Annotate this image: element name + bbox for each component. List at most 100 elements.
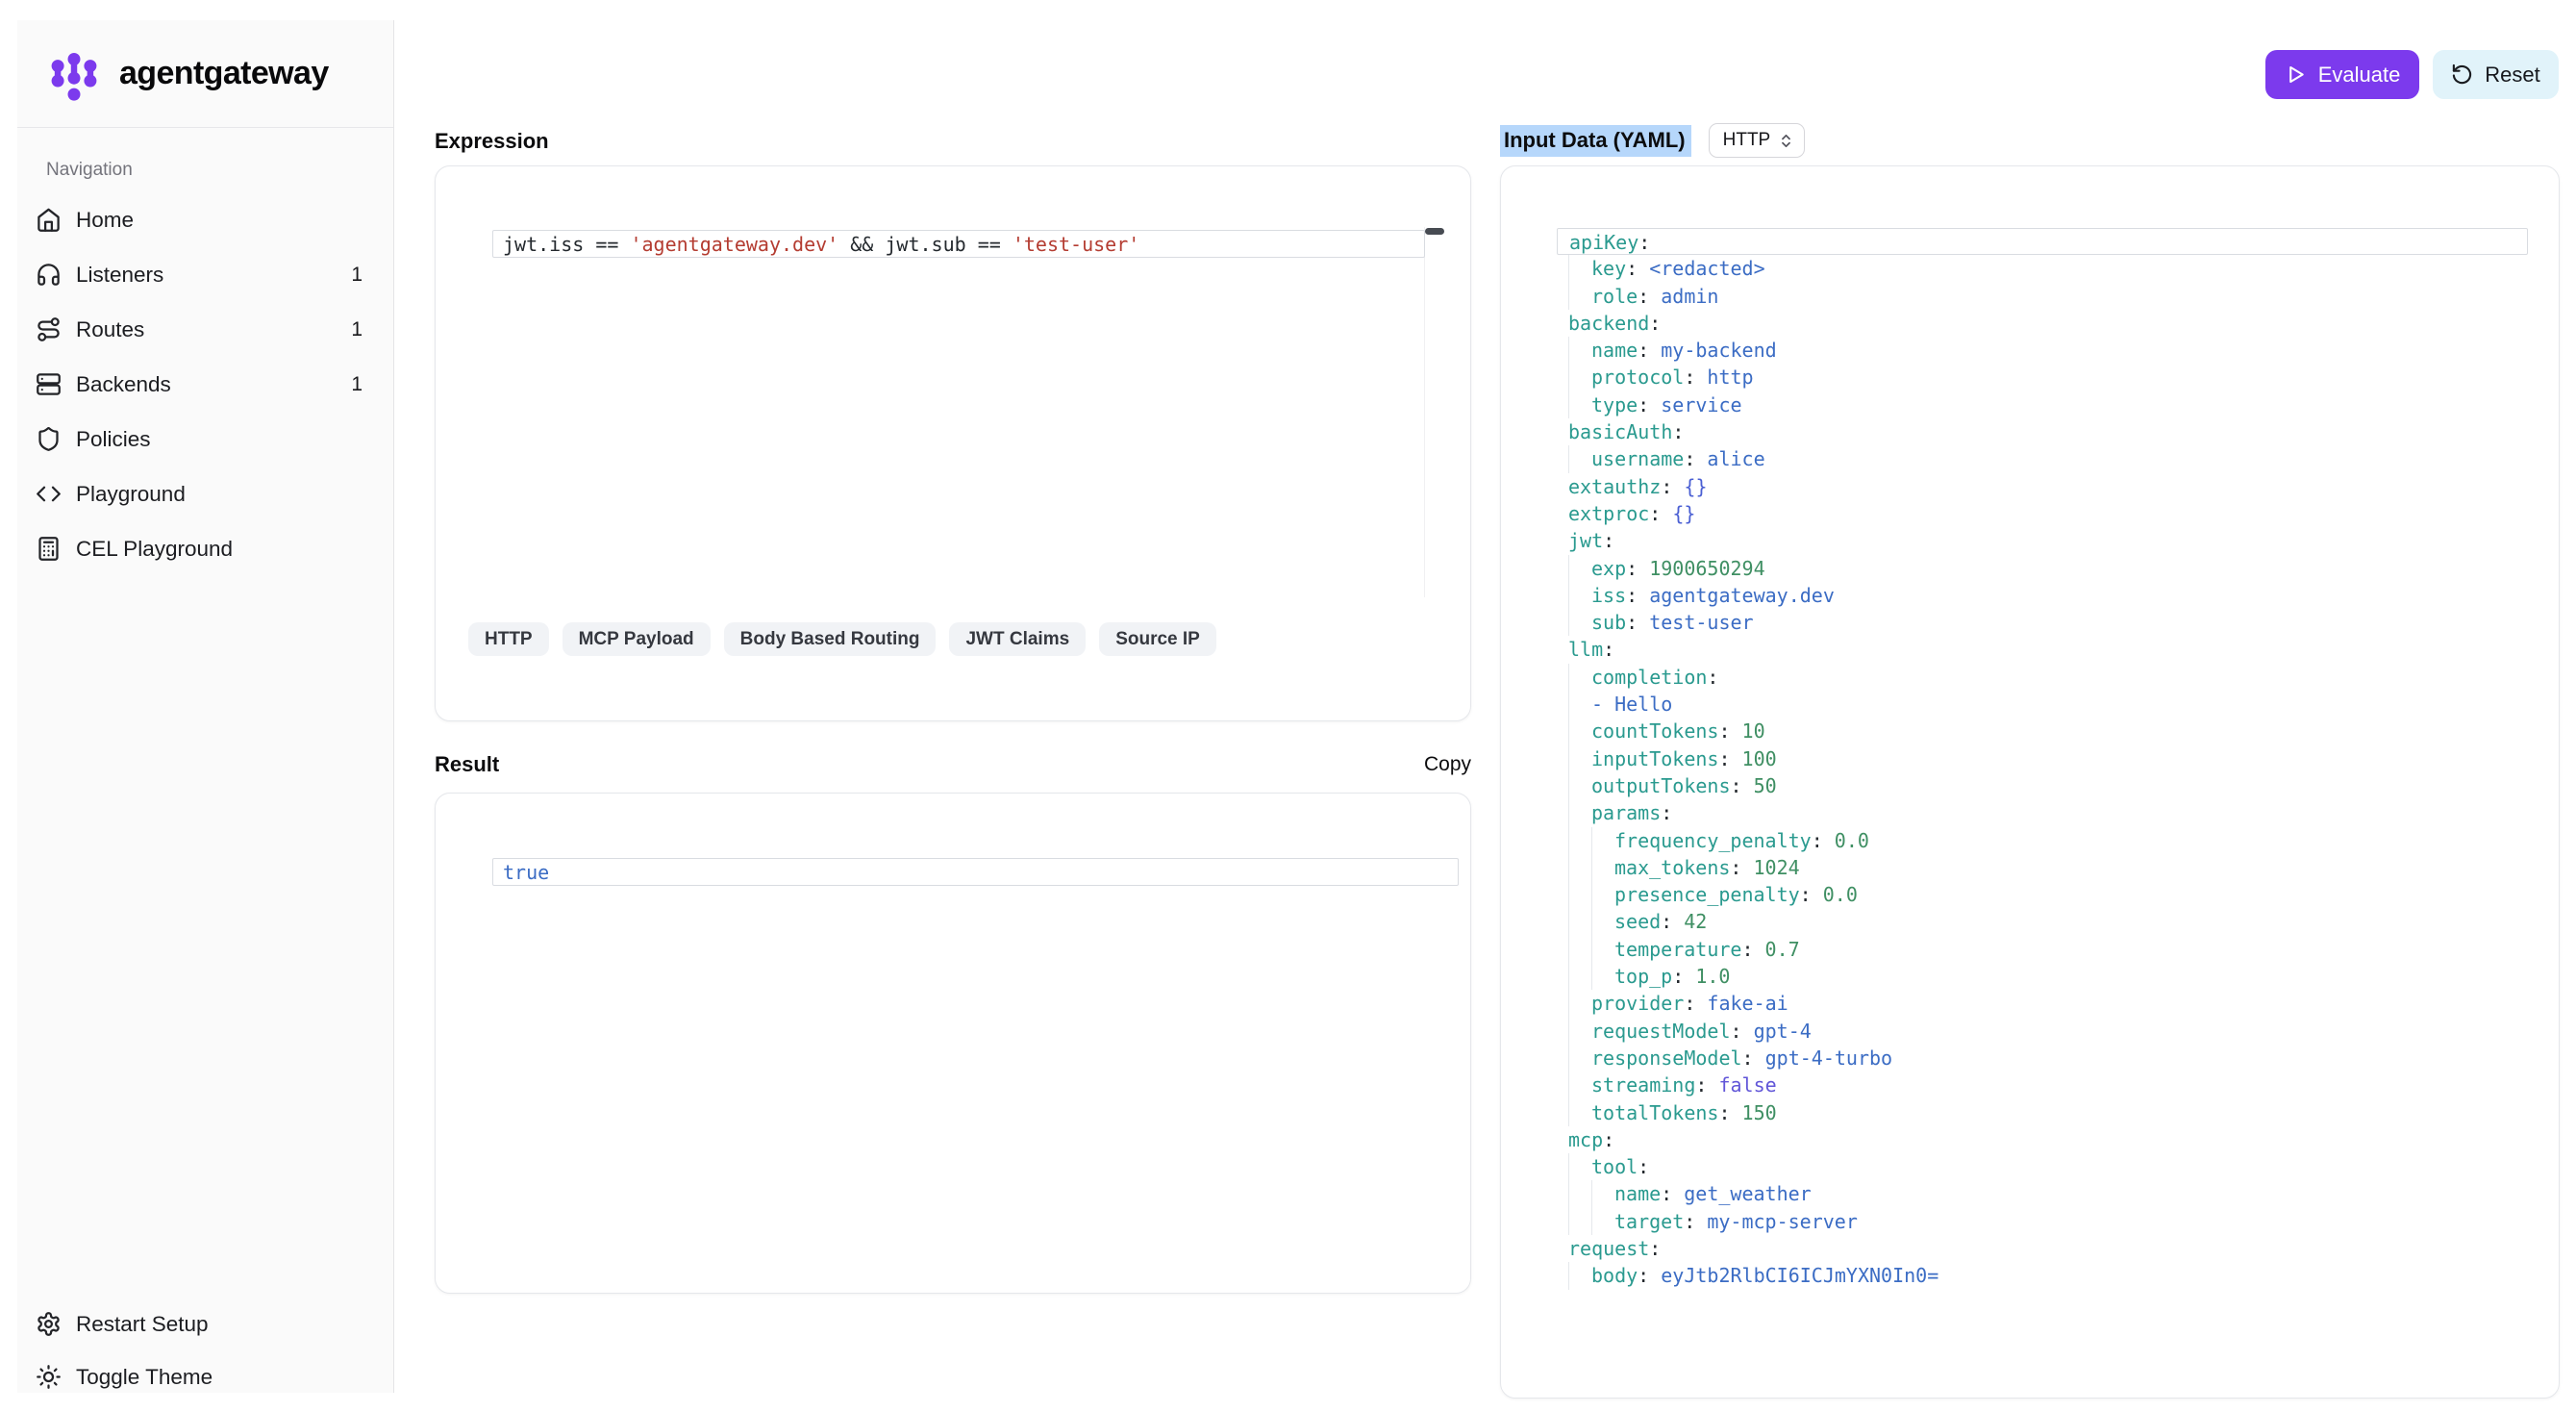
- sidebar-item-backends[interactable]: Backends 1: [17, 357, 393, 412]
- result-editor[interactable]: true: [492, 855, 1459, 971]
- sidebar-item-label: Restart Setup: [76, 1312, 209, 1337]
- server-icon: [36, 371, 62, 397]
- input-data-title: Input Data (YAML): [1500, 125, 1691, 157]
- reset-button[interactable]: Reset: [2433, 50, 2559, 99]
- yaml-line: apiKey:: [1557, 228, 2528, 255]
- indent-guide: [1568, 936, 1569, 963]
- indent-guide: [1568, 1262, 1569, 1289]
- indent-guide: [1568, 255, 1569, 282]
- sidebar-item-label: Playground: [76, 482, 186, 507]
- sidebar-footer: Restart Setup Toggle Theme: [17, 1298, 393, 1393]
- yaml-line: totalTokens: 150: [1557, 1099, 2528, 1126]
- tag-jwt-claims[interactable]: JWT Claims: [949, 622, 1086, 656]
- indent-guide: [1568, 1180, 1569, 1207]
- evaluate-button[interactable]: Evaluate: [2265, 50, 2419, 99]
- input-data-card: apiKey:key: <redacted>role: adminbackend…: [1500, 165, 2560, 1399]
- indent-guide: [1591, 881, 1592, 908]
- indent-guide: [1568, 963, 1569, 990]
- yaml-line: backend:: [1557, 310, 2528, 337]
- yaml-line: requestModel: gpt-4: [1557, 1018, 2528, 1045]
- copy-button[interactable]: Copy: [1424, 753, 1471, 776]
- yaml-editor[interactable]: apiKey:key: <redacted>role: adminbackend…: [1557, 228, 2528, 1363]
- result-card: true: [435, 793, 1471, 1294]
- yaml-line: extproc: {}: [1557, 500, 2528, 527]
- gear-icon: [36, 1311, 62, 1337]
- sidebar-item-label: Policies: [76, 427, 151, 452]
- tag-http[interactable]: HTTP: [468, 622, 549, 656]
- sidebar-item-routes[interactable]: Routes1: [17, 302, 393, 357]
- yaml-line: inputTokens: 100: [1557, 745, 2528, 772]
- mode-select[interactable]: HTTP: [1709, 123, 1806, 158]
- editor-scrollbar-thumb[interactable]: [1425, 228, 1444, 235]
- sidebar-item-label: CEL Playground: [76, 537, 233, 562]
- yaml-line: countTokens: 10: [1557, 718, 2528, 744]
- indent-guide: [1568, 691, 1569, 718]
- result-value: true: [503, 861, 549, 884]
- yaml-line: protocol: http: [1557, 364, 2528, 391]
- logo[interactable]: agentgateway: [17, 20, 393, 128]
- logo-text: agentgateway: [119, 55, 329, 92]
- code-token: jwt.iss ==: [503, 233, 630, 256]
- indent-guide: [1591, 1208, 1592, 1235]
- tag-mcp-payload[interactable]: MCP Payload: [563, 622, 711, 656]
- sidebar-item-playground[interactable]: Playground: [17, 466, 393, 521]
- yaml-line: jwt:: [1557, 527, 2528, 554]
- indent-guide: [1568, 745, 1569, 772]
- agentgateway-logo-icon: [44, 44, 104, 104]
- indent-guide: [1568, 908, 1569, 935]
- yaml-line: top_p: 1.0: [1557, 963, 2528, 990]
- sidebar-item-listeners[interactable]: Listeners1: [17, 247, 393, 302]
- indent-guide: [1591, 827, 1592, 854]
- editor-scrollbar-track[interactable]: [1424, 227, 1425, 597]
- expression-editor[interactable]: jwt.iss == 'agentgateway.dev' && jwt.sub…: [492, 227, 1444, 597]
- indent-guide: [1568, 283, 1569, 310]
- sidebar-item-home[interactable]: Home: [17, 192, 393, 247]
- calculator-icon: [36, 536, 62, 562]
- yaml-line: request:: [1557, 1235, 2528, 1262]
- sidebar-item-cel-playground[interactable]: CEL Playground: [17, 521, 393, 576]
- yaml-line: max_tokens: 1024: [1557, 854, 2528, 881]
- yaml-line: name: my-backend: [1557, 337, 2528, 364]
- chevrons-up-down-icon: [1778, 133, 1794, 149]
- indent-guide: [1568, 881, 1569, 908]
- yaml-line: presence_penalty: 0.0: [1557, 881, 2528, 908]
- expression-code-line[interactable]: jwt.iss == 'agentgateway.dev' && jwt.sub…: [492, 230, 1425, 258]
- reset-label: Reset: [2485, 63, 2539, 88]
- sidebar-item-label: Routes: [76, 317, 144, 342]
- shield-icon: [36, 426, 62, 452]
- mode-select-value: HTTP: [1723, 130, 1771, 151]
- yaml-line: outputTokens: 50: [1557, 772, 2528, 799]
- yaml-line: exp: 1900650294: [1557, 555, 2528, 582]
- yaml-line: streaming: false: [1557, 1072, 2528, 1098]
- yaml-line: llm:: [1557, 636, 2528, 663]
- indent-guide: [1568, 1099, 1569, 1126]
- sidebar-item-label: Home: [76, 208, 134, 233]
- yaml-line: type: service: [1557, 391, 2528, 418]
- result-title: Result: [435, 752, 499, 777]
- code-icon: [36, 481, 62, 507]
- indent-guide: [1568, 827, 1569, 854]
- result-code-line[interactable]: true: [492, 858, 1459, 886]
- sidebar-item-restart-setup[interactable]: Restart Setup: [17, 1298, 393, 1350]
- indent-guide: [1568, 1018, 1569, 1045]
- tag-source-ip[interactable]: Source IP: [1099, 622, 1216, 656]
- yaml-line: role: admin: [1557, 283, 2528, 310]
- yaml-line: params:: [1557, 799, 2528, 826]
- sidebar-item-label: Backends: [76, 372, 171, 397]
- sidebar-item-label: Toggle Theme: [76, 1365, 213, 1390]
- indent-guide: [1568, 1153, 1569, 1180]
- indent-guide: [1568, 1045, 1569, 1072]
- indent-guide: [1568, 664, 1569, 691]
- yaml-line: - Hello: [1557, 691, 2528, 718]
- sidebar-item-policies[interactable]: Policies: [17, 412, 393, 466]
- code-token: 'agentgateway.dev': [630, 233, 838, 256]
- yaml-line: iss: agentgateway.dev: [1557, 582, 2528, 609]
- yaml-line: seed: 42: [1557, 908, 2528, 935]
- indent-guide: [1568, 718, 1569, 744]
- yaml-line: mcp:: [1557, 1126, 2528, 1153]
- tag-body-based-routing[interactable]: Body Based Routing: [724, 622, 937, 656]
- yaml-line: extauthz: {}: [1557, 473, 2528, 500]
- home-icon: [36, 207, 62, 233]
- sidebar-item-badge: 1: [351, 373, 363, 396]
- sidebar-item-toggle-theme[interactable]: Toggle Theme: [17, 1350, 393, 1393]
